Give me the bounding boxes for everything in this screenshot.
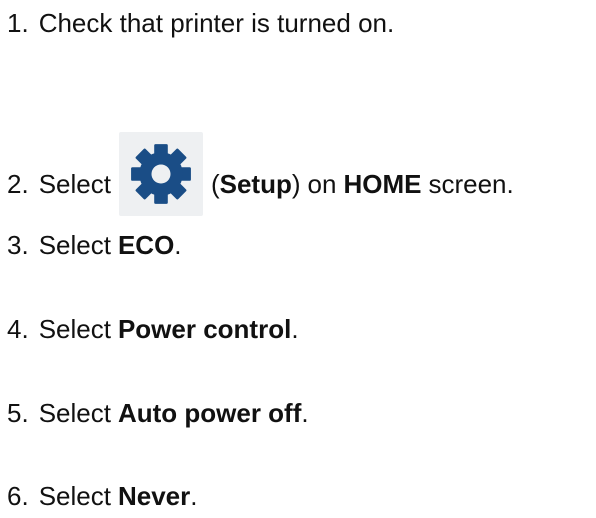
step-text: Select <box>38 481 111 511</box>
step-text-post: . <box>174 230 182 260</box>
setup-gear-icon <box>118 132 203 216</box>
step-4: 4. Select Power control. <box>7 314 299 344</box>
step-text-post: . <box>190 481 198 511</box>
home-label: HOME <box>343 169 422 199</box>
auto-power-off-label: Auto power off <box>117 398 302 428</box>
step-number: 2. <box>7 169 29 199</box>
setup-label: Setup <box>219 169 292 199</box>
step-5: 5. Select Auto power off. <box>7 398 309 428</box>
step-text-post: . <box>301 398 309 428</box>
step-number: 6. <box>7 481 29 511</box>
step-text-post: . <box>291 314 299 344</box>
power-control-label: Power control <box>117 314 292 344</box>
step-3: 3. Select ECO. <box>7 230 182 260</box>
step-text-mid: on <box>307 169 337 199</box>
never-label: Never <box>117 481 191 511</box>
step-number: 4. <box>7 314 29 344</box>
step-number: 3. <box>7 230 29 260</box>
step-text-post: screen. <box>428 169 514 199</box>
step-text: Select <box>38 314 111 344</box>
step-text: Check that printer is turned on. <box>38 8 395 38</box>
paren-open: ( <box>210 169 220 199</box>
step-text: Select <box>38 230 111 260</box>
step-text: Select <box>38 398 111 428</box>
gear-icon <box>131 144 191 204</box>
step-number: 1. <box>7 8 29 38</box>
step-6: 6. Select Never. <box>7 481 197 511</box>
step-2: 2. Select (Setup) on HOME screen. <box>7 132 514 226</box>
eco-label: ECO <box>117 230 175 260</box>
step-text: Select <box>38 169 111 199</box>
step-1: 1. Check that printer is turned on. <box>7 8 394 38</box>
step-number: 5. <box>7 398 29 428</box>
paren-close: ) <box>291 169 301 199</box>
